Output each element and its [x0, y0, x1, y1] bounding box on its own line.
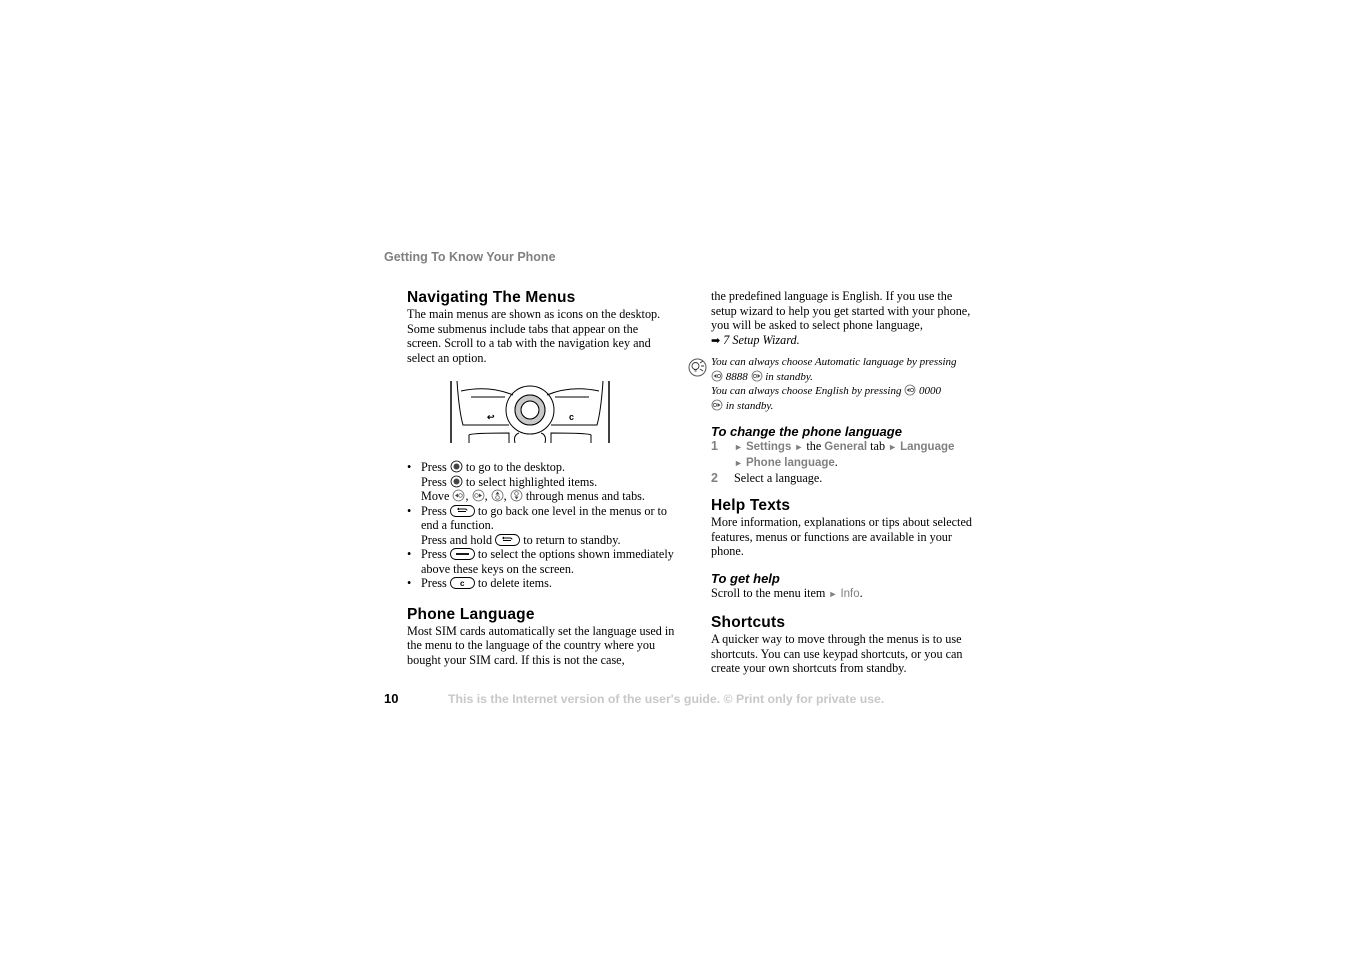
bullet-back-key: • Press to go back one level in the menu… [407, 503, 668, 547]
tip-note: You can always choose Automatic language… [688, 356, 979, 413]
change-language-steps: 1 ► Settings ► the General tab ► Languag… [711, 439, 979, 486]
nav-right-icon [472, 489, 484, 502]
shortcuts-body: A quicker way to move through the menus … [711, 632, 963, 675]
navigation-bullets: • Press to go to the desktop. Press to s… [407, 460, 675, 591]
help-texts-body: More information, explanations or tips a… [711, 515, 972, 558]
right-column: the predefined language is English. If y… [688, 289, 979, 676]
heading-help-texts: Help Texts [711, 497, 791, 514]
nav-body: The main menus are shown as icons on the… [407, 307, 661, 365]
keypad-figure: ↩ c [449, 380, 611, 444]
menu-general-tab[interactable]: General [824, 441, 867, 453]
running-head: Getting To Know Your Phone [384, 250, 556, 264]
bullet-selection-key: • Press to select the options shown imme… [407, 547, 674, 576]
xref-arrow-icon: ➡ [711, 334, 721, 347]
heading-change-language: To change the phone language [711, 424, 902, 439]
heading-phone-language: Phone Language [407, 605, 535, 623]
get-help-body: Scroll to the menu item ► Info. [711, 585, 863, 600]
clear-key-label: c [569, 412, 574, 422]
heading-shortcuts: Shortcuts [711, 614, 786, 631]
step-2: 2 Select a language. [711, 471, 823, 485]
center-select-key-icon [450, 460, 463, 473]
step-1: 1 ► Settings ► the General tab ► Languag… [711, 439, 955, 469]
selection-key-icon [449, 548, 475, 560]
tip-lightbulb-icon [688, 358, 707, 377]
page-number: 10 [384, 691, 399, 706]
nav-up-icon [491, 489, 504, 502]
nav-right-icon [751, 370, 762, 381]
phone-language-continued: the predefined language is English. If y… [711, 289, 971, 347]
menu-language[interactable]: Language [900, 441, 954, 453]
bullet-select-key: • Press to go to the desktop. Press to s… [407, 460, 645, 503]
nav-left-icon [904, 384, 916, 396]
back-key-icon [449, 504, 475, 517]
footer-notice: This is the Internet version of the user… [448, 692, 885, 706]
bullet-clear-key: • Press c to delete items. [407, 576, 552, 590]
nav-left-icon [711, 370, 723, 381]
center-select-key-icon [450, 475, 463, 487]
phone-language-body: Most SIM cards automatically set the lan… [407, 623, 675, 667]
nav-left-icon [453, 489, 465, 502]
back-key-icon [495, 533, 521, 546]
menu-info[interactable]: Info [840, 588, 859, 600]
svg-text:c: c [460, 579, 465, 588]
menu-settings[interactable]: Settings [746, 441, 791, 453]
menu-phone-language[interactable]: Phone language [746, 457, 835, 469]
keypad-illustration: ↩ c [450, 380, 610, 444]
back-key-label: ↩ [487, 412, 495, 422]
heading-get-help: To get help [711, 570, 780, 586]
xref-setup-wizard[interactable]: 7 Setup Wizard. [723, 333, 799, 347]
nav-right-icon [711, 399, 723, 410]
left-column: Navigating The Menus The main menus are … [407, 288, 675, 667]
clear-key-icon: c [449, 577, 475, 589]
nav-down-icon [510, 489, 523, 502]
heading-navigating-menus: Navigating The Menus [407, 289, 576, 306]
